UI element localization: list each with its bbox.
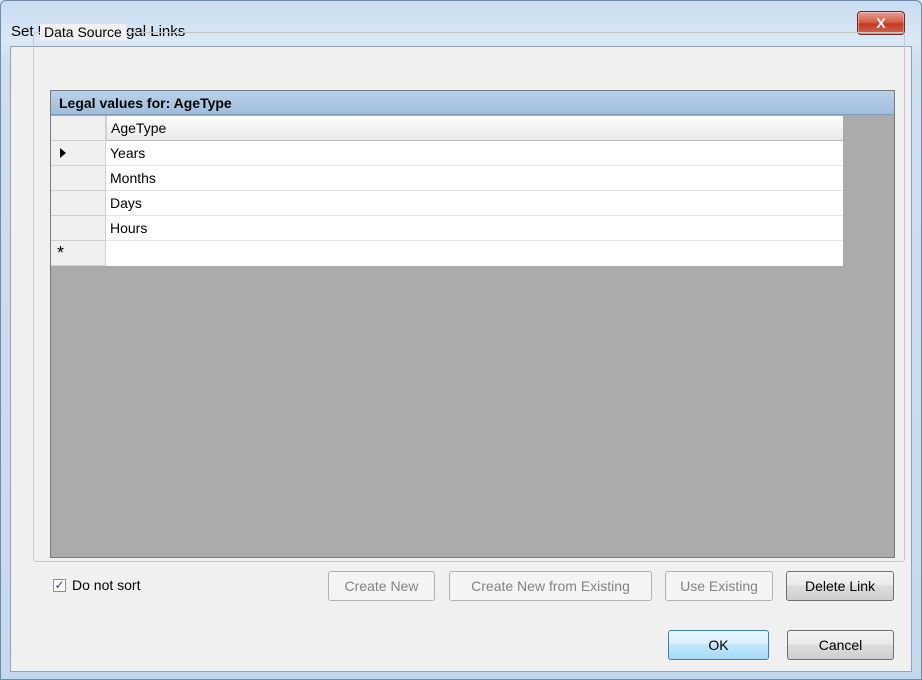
- current-row-arrow-icon: [60, 148, 66, 158]
- create-new-from-existing-button[interactable]: Create New from Existing: [449, 571, 652, 601]
- close-icon: X: [876, 15, 886, 31]
- ok-button[interactable]: OK: [668, 630, 769, 660]
- create-new-button[interactable]: Create New: [328, 571, 435, 601]
- table-cell[interactable]: Years: [106, 141, 843, 166]
- legal-values-grid[interactable]: Legal values for: AgeType AgeType Years …: [50, 90, 895, 558]
- grid-caption: Legal values for: AgeType: [51, 91, 894, 115]
- dialog-window: Set Up Code / Legal Links X Data Source …: [0, 0, 922, 680]
- row-selector[interactable]: *: [51, 241, 106, 266]
- checkmark-icon: ✓: [54, 578, 65, 592]
- delete-link-button[interactable]: Delete Link: [786, 571, 894, 601]
- new-row-cell[interactable]: [106, 241, 843, 266]
- column-header-agetype[interactable]: AgeType: [106, 116, 843, 141]
- table-cell[interactable]: Hours: [106, 216, 843, 241]
- row-selector[interactable]: [51, 141, 106, 166]
- table-row[interactable]: Hours: [51, 216, 843, 241]
- do-not-sort-checkbox[interactable]: ✓: [53, 578, 66, 592]
- table-row[interactable]: Years: [51, 141, 843, 166]
- corner-header[interactable]: [51, 116, 106, 141]
- row-selector[interactable]: [51, 191, 106, 216]
- grid-header-row: AgeType: [51, 116, 843, 141]
- data-source-legend: Data Source: [40, 24, 126, 40]
- do-not-sort-option[interactable]: ✓ Do not sort: [53, 577, 140, 593]
- table-cell[interactable]: Months: [106, 166, 843, 191]
- row-selector[interactable]: [51, 216, 106, 241]
- cancel-button[interactable]: Cancel: [787, 630, 894, 660]
- new-row[interactable]: *: [51, 241, 843, 266]
- table-row[interactable]: Days: [51, 191, 843, 216]
- grid-table: AgeType Years Months Days Hours *: [51, 116, 843, 266]
- new-row-asterisk-icon: *: [57, 243, 65, 263]
- table-cell[interactable]: Days: [106, 191, 843, 216]
- use-existing-button[interactable]: Use Existing: [665, 571, 773, 601]
- table-row[interactable]: Months: [51, 166, 843, 191]
- row-selector[interactable]: [51, 166, 106, 191]
- do-not-sort-label[interactable]: Do not sort: [72, 577, 140, 593]
